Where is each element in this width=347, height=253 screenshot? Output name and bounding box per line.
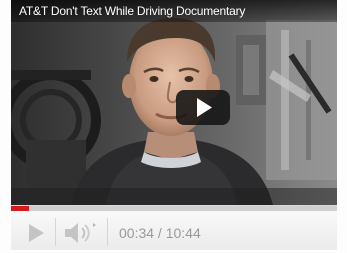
volume-button[interactable] [63, 220, 97, 246]
control-bar: 00:34 / 10:44 [11, 205, 337, 250]
video-player: AT&T Don't Text While Driving Documentar… [0, 0, 347, 253]
play-icon [197, 98, 212, 117]
large-play-button[interactable] [176, 90, 230, 125]
play-icon [29, 224, 44, 242]
time-display: 00:34 / 10:44 [119, 225, 201, 241]
video-frame[interactable]: AT&T Don't Text While Driving Documentar… [11, 0, 337, 205]
video-thumbnail [11, 0, 337, 205]
video-title[interactable]: AT&T Don't Text While Driving Documentar… [19, 4, 245, 18]
progress-fill [11, 206, 29, 211]
divider [107, 218, 108, 246]
video-title-bar: AT&T Don't Text While Driving Documentar… [11, 0, 337, 22]
speaker-icon [65, 223, 96, 243]
divider [55, 218, 56, 246]
play-button[interactable] [26, 223, 46, 243]
progress-bar[interactable] [11, 206, 337, 211]
